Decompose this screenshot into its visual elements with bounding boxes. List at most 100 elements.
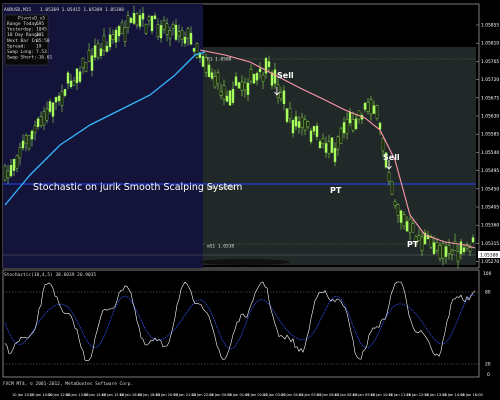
candle-body xyxy=(441,243,445,259)
candle-body xyxy=(153,15,157,20)
candle-body xyxy=(420,236,424,251)
pivot-row-label: Yesterday: xyxy=(7,27,34,33)
price-tick-label: 1.05315 xyxy=(481,241,499,247)
candle-body xyxy=(402,214,406,227)
candle-body xyxy=(54,97,58,103)
candle-body xyxy=(195,43,199,58)
candle-body xyxy=(90,55,94,71)
candle-body xyxy=(333,147,337,163)
candle-body xyxy=(12,159,16,171)
candle-body xyxy=(162,20,166,30)
candle-body xyxy=(150,15,154,32)
candle-body xyxy=(228,90,232,106)
candle-body xyxy=(270,72,274,86)
stoch-label-20: 20 xyxy=(485,362,491,368)
mt4-chart-window[interactable]: AUDUSD,M15 1.05369 1.05415 1.05309 1.053… xyxy=(0,0,500,400)
price-tick-label: 1.05405 xyxy=(481,205,499,211)
candle-body xyxy=(24,135,28,144)
candle-body xyxy=(129,17,133,23)
pivot-box-title: PivotsD_v5 xyxy=(18,16,45,22)
candle-body xyxy=(66,72,70,84)
candle-body xyxy=(405,221,409,232)
candle-body xyxy=(108,34,112,48)
candle-body xyxy=(468,247,472,252)
stochastic-window xyxy=(2,269,480,378)
candle-body xyxy=(111,34,115,40)
price-tick-label: 1.05585 xyxy=(481,132,499,138)
candle-body xyxy=(309,130,313,142)
candle-body xyxy=(432,242,436,254)
candle-body xyxy=(363,102,367,110)
candle-body xyxy=(354,118,358,129)
pivot-row-value: 1045 xyxy=(36,27,47,33)
candle-body xyxy=(60,91,64,106)
candle-body xyxy=(306,121,310,128)
candle-body xyxy=(282,90,286,105)
candle-body xyxy=(459,241,463,255)
candle-body xyxy=(126,15,130,29)
candle-body xyxy=(114,29,118,43)
candle-body xyxy=(450,250,454,255)
sell-label-2: Sell xyxy=(383,153,400,162)
candle-body xyxy=(132,13,136,24)
pivot-row-label: Range Today: xyxy=(7,21,40,27)
candle-body xyxy=(48,101,52,112)
candle-body xyxy=(210,72,214,79)
candle-body xyxy=(462,247,466,252)
pivot-row-value: 05:50 xyxy=(36,38,50,44)
stochastic-title: Stochastic(10,4,5) 38.6039 26.9035 xyxy=(4,272,96,278)
candle-body xyxy=(213,76,217,88)
candle-body xyxy=(396,204,400,216)
candle-body xyxy=(21,140,25,149)
candle-body xyxy=(471,237,475,243)
smudge-mark xyxy=(200,259,290,265)
candle-body xyxy=(435,242,439,251)
resistance-level-label: R1 1.0588 xyxy=(207,57,232,63)
pt-label-1: PT xyxy=(330,186,342,195)
price-tick-label: 1.05675 xyxy=(481,95,499,101)
candle-body xyxy=(72,80,76,86)
pt-label-2: PT xyxy=(407,240,419,249)
candle-body xyxy=(381,138,385,152)
price-tick-label: 1.05360 xyxy=(481,223,499,229)
candle-body xyxy=(33,125,37,134)
candle-body xyxy=(147,16,151,21)
session-shade-right xyxy=(203,47,476,265)
candle-body xyxy=(252,74,256,84)
candle-body xyxy=(207,64,211,77)
pivot-row-label: Swap Long: xyxy=(7,49,34,55)
candle-body xyxy=(288,108,292,119)
candle-body xyxy=(249,69,253,82)
candle-body xyxy=(42,111,46,126)
candle-body xyxy=(390,181,394,195)
candle-body xyxy=(180,30,184,40)
candle-body xyxy=(9,165,13,177)
candle-body xyxy=(225,95,229,102)
candle-body xyxy=(51,102,55,117)
candle-body xyxy=(327,141,331,154)
candle-body xyxy=(36,118,40,127)
candle-body xyxy=(366,102,370,112)
candle-body xyxy=(57,95,61,101)
candle-body xyxy=(378,122,382,130)
price-tick-label: 1.05855 xyxy=(481,23,499,29)
candle-body xyxy=(15,155,19,169)
candle-body xyxy=(204,57,208,73)
price-tick-label: 1.05495 xyxy=(481,168,499,174)
candle-body xyxy=(393,201,397,206)
candle-body xyxy=(411,223,415,233)
candle-body xyxy=(324,143,328,153)
pivot-row-value: 695 xyxy=(36,21,44,27)
candle-body xyxy=(222,85,226,100)
price-tick-label: 1.05765 xyxy=(481,59,499,65)
pivot-row-label: Spread: xyxy=(7,43,26,49)
candle-body xyxy=(186,28,190,39)
candle-body xyxy=(123,27,127,42)
candle-body xyxy=(267,61,271,67)
candle-body xyxy=(240,81,244,91)
candle-body xyxy=(75,68,79,83)
candle-body xyxy=(339,128,343,144)
candle-body xyxy=(105,45,109,52)
time-axis: 10 Jan 201310 Jan 10:0010 Jan 12:0010 Ja… xyxy=(12,393,484,397)
candle-body xyxy=(81,57,85,69)
